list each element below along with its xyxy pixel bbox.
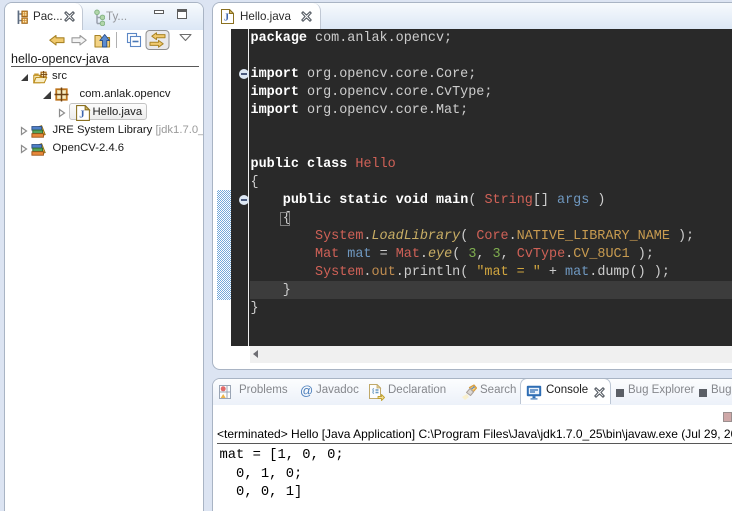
svg-text:J: J (79, 109, 85, 120)
svg-text:J: J (224, 13, 229, 24)
